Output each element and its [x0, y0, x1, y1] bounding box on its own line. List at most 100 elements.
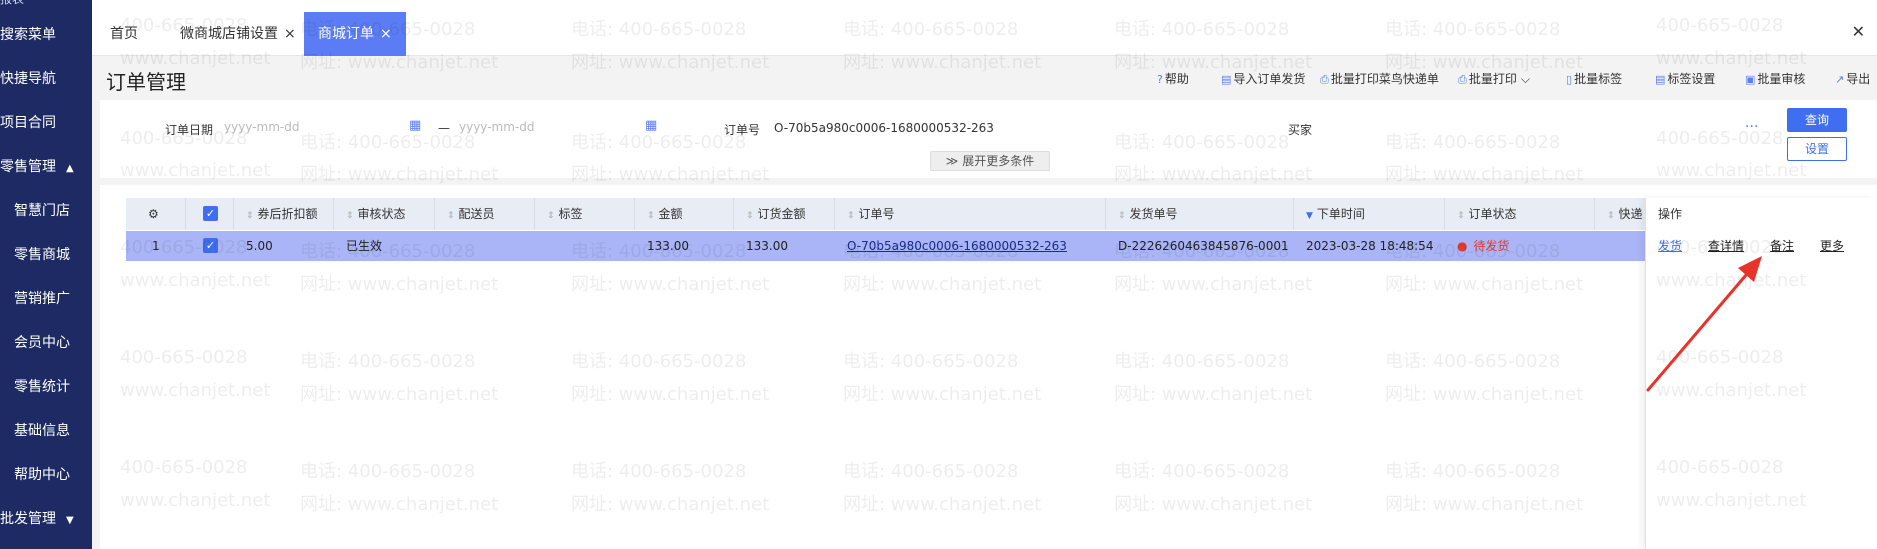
more-button[interactable]: 更多 [1820, 231, 1844, 261]
sidebar-item-member-center[interactable]: 会员中心 [0, 332, 92, 352]
page-title: 订单管理 [106, 70, 186, 94]
order-date-label: 订单日期 [165, 123, 214, 137]
order-no-link[interactable]: O-70b5a980c0006-1680000532-263 [847, 231, 1067, 261]
date-start-input[interactable]: yyyy-mm-dd [224, 120, 299, 134]
sidebar-item-help-center[interactable]: 帮助中心 [0, 464, 92, 484]
printer-icon: ⎙ [1320, 73, 1329, 86]
column-header-order-status[interactable]: ⇕ 订单状态 [1457, 198, 1517, 230]
tab-mall-orders[interactable]: 商城订单 × [304, 12, 406, 56]
row-index: 1 [152, 239, 160, 253]
sort-icon: ⇕ [547, 211, 555, 221]
tag-icon: ▯ [1566, 73, 1573, 86]
sort-icon: ⇕ [1457, 211, 1465, 221]
sort-icon: ⇕ [847, 211, 855, 221]
date-separator: — [438, 121, 450, 135]
operation-header: 操作 [1658, 207, 1683, 221]
review-icon: ▣ [1745, 73, 1756, 86]
ship-button[interactable]: 发货 [1658, 231, 1682, 261]
batch-review-label: 批量审核 [1757, 72, 1806, 86]
batch-tag-label: 批量标签 [1574, 72, 1623, 86]
buyer-label: 买家 [1288, 123, 1313, 137]
column-header-tag[interactable]: ⇕ 标签 [547, 198, 583, 230]
sidebar-item-quick-nav[interactable]: 快捷导航 [0, 68, 92, 88]
order-no-input[interactable]: O-70b5a980c0006-1680000532-263 [774, 121, 994, 135]
sidebar-item-basic-info[interactable]: 基础信息 [0, 420, 92, 440]
expand-more-conditions-button[interactable]: ≫ 展开更多条件 [930, 151, 1050, 171]
column-header-express[interactable]: ⇕ 快递 [1607, 198, 1643, 230]
status-dot-icon: ● [1457, 239, 1468, 253]
batch-tag-button[interactable]: ▯ 批量标签 [1566, 70, 1622, 87]
order-no-label: 订单号 [724, 123, 761, 137]
tab-home[interactable]: 首页 [110, 12, 138, 56]
column-header-order-amount[interactable]: ⇕ 订货金额 [746, 198, 806, 230]
calendar-icon[interactable]: ▦ [645, 118, 657, 133]
sort-desc-icon: ▼ [1306, 211, 1313, 221]
more-options-icon[interactable]: ··· [1745, 119, 1758, 135]
view-detail-button[interactable]: 查详情 [1708, 231, 1744, 261]
export-label: 导出 [1846, 72, 1871, 86]
column-separator [834, 198, 835, 230]
sort-icon: ⇕ [447, 211, 455, 221]
column-separator [634, 198, 635, 230]
column-header-review-status[interactable]: ⇕ 审核状态 [346, 198, 406, 230]
export-icon: ↗ [1835, 73, 1845, 86]
column-header-discount[interactable]: ⇕ 券后折扣额 [246, 198, 318, 230]
calendar-icon[interactable]: ▦ [409, 118, 421, 133]
sidebar-item-smart-store[interactable]: 智慧门店 [0, 200, 92, 220]
column-header-label: 金额 [658, 207, 683, 221]
sidebar-item-marketing[interactable]: 营销推广 [0, 288, 92, 308]
sidebar-item-wholesale[interactable]: 批发管理 ▼ [0, 508, 92, 528]
cell-ship-no: D-2226260463845876-0001 [1118, 239, 1289, 253]
column-settings-icon[interactable]: ⚙ [148, 198, 159, 230]
close-icon[interactable]: ✕ [1852, 22, 1865, 41]
export-button[interactable]: ↗ 导出 [1835, 70, 1870, 87]
sort-icon: ⇕ [246, 211, 254, 221]
cell-order-amount: 133.00 [746, 239, 788, 253]
chevron-down-icon: ⌵ [1520, 72, 1530, 86]
sidebar-item-retail-mall[interactable]: 零售商城 [0, 244, 92, 264]
cell-amount: 133.00 [647, 239, 689, 253]
import-ship-button[interactable]: ▤ 导入订单发货 [1221, 70, 1305, 87]
setting-button[interactable]: 设置 [1787, 137, 1847, 161]
column-separator [185, 198, 186, 230]
row-checkbox[interactable]: ✓ [203, 238, 218, 253]
column-header-courier[interactable]: ⇕ 配送员 [447, 198, 495, 230]
column-header-order-no[interactable]: ⇕ 订单号 [847, 198, 895, 230]
batch-review-button[interactable]: ▣ 批量审核 [1745, 70, 1805, 87]
batch-print-button[interactable]: ⎙ 批量打印 ⌵ [1458, 70, 1530, 87]
sidebar-item-retail-stats[interactable]: 零售统计 [0, 376, 92, 396]
sort-icon: ⇕ [1118, 211, 1126, 221]
remark-button[interactable]: 备注 [1770, 231, 1794, 261]
sidebar: 报表 搜索菜单 快捷导航 项目合同 零售管理 ▲ 智慧门店 零售商城 营销推广 会… [0, 0, 92, 549]
close-icon[interactable]: × [284, 26, 296, 42]
sidebar-item-label: 零售管理 [0, 159, 56, 175]
sidebar-item-label: 批发管理 [0, 511, 56, 527]
caret-down-icon: ▼ [66, 515, 74, 526]
column-separator [333, 198, 334, 230]
tab-wechat-store-settings[interactable]: 微商城店铺设置 × [180, 12, 296, 56]
cell-review-status: 已生效 [346, 239, 383, 253]
tag-settings-button[interactable]: ▤ 标签设置 [1655, 70, 1715, 87]
column-separator [1594, 198, 1595, 230]
batch-print-label: 批量打印 [1468, 72, 1517, 86]
sidebar-item-search-menu[interactable]: 搜索菜单 [0, 24, 92, 44]
tab-label: 微商城店铺设置 [180, 26, 278, 42]
help-button[interactable]: ? 帮助 [1157, 70, 1189, 87]
batch-print-cainiao-button[interactable]: ⎙ 批量打印菜鸟快递单 [1320, 70, 1439, 87]
query-button[interactable]: 查询 [1787, 108, 1847, 132]
toolbar: ? 帮助 ▤ 导入订单发货 ⎙ 批量打印菜鸟快递单 ⎙ 批量打印 ⌵ ▯ 批量标签 ▤ 标签设… [1155, 70, 1877, 90]
date-end-input[interactable]: yyyy-mm-dd [459, 120, 534, 134]
close-icon[interactable]: × [380, 26, 392, 42]
column-separator [1293, 198, 1294, 230]
printer-icon: ⎙ [1458, 73, 1467, 86]
select-all-checkbox[interactable]: ✓ [203, 206, 218, 221]
cell-discount: 5.00 [246, 239, 273, 253]
column-header-amount[interactable]: ⇕ 金额 [647, 198, 683, 230]
caret-up-icon: ▲ [66, 163, 74, 174]
sidebar-item-retail-management[interactable]: 零售管理 ▲ [0, 156, 92, 176]
sidebar-top-partial: 报表 [0, 0, 24, 7]
cell-order-time: 2023-03-28 18:48:54 [1306, 239, 1434, 253]
column-header-ship-no[interactable]: ⇕ 发货单号 [1118, 198, 1178, 230]
sidebar-item-project-contract[interactable]: 项目合同 [0, 112, 92, 132]
column-header-order-time[interactable]: ▼ 下单时间 [1306, 198, 1365, 230]
